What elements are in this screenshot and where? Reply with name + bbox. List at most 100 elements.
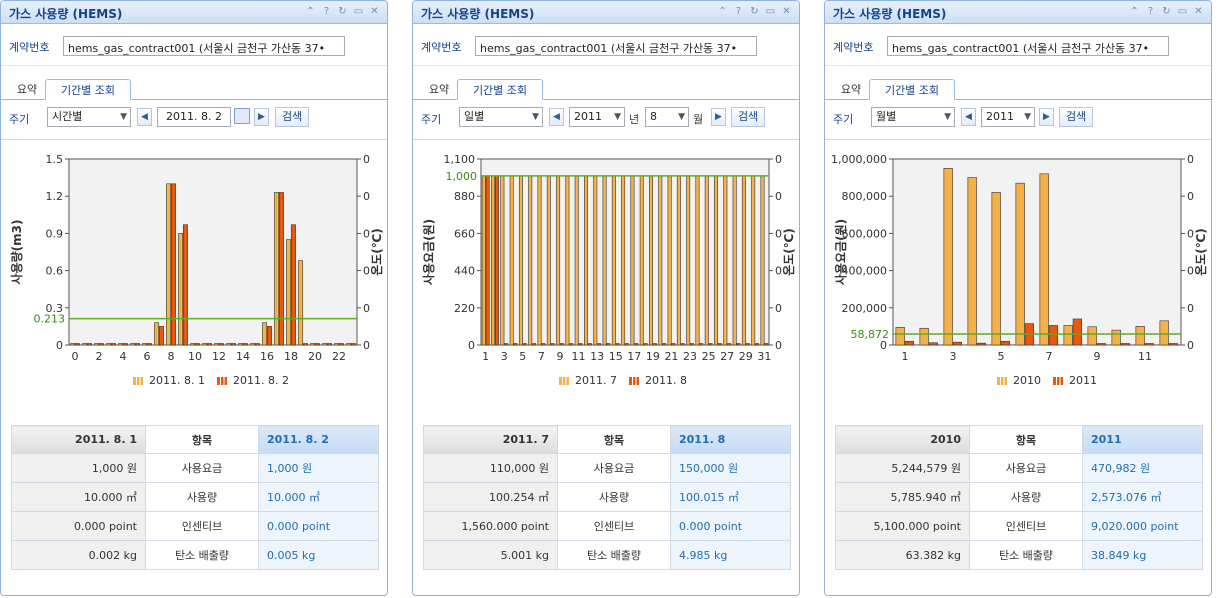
refresh-icon[interactable]: ↻ — [336, 5, 349, 18]
maximize-icon[interactable]: ▭ — [352, 5, 365, 18]
prev-button[interactable]: ◀ — [137, 108, 152, 126]
table-row: 0.002 kg 탄소 배출량 0.005 kg — [11, 540, 379, 570]
bar-series1 — [584, 175, 588, 346]
search-button[interactable]: 검색 — [1059, 107, 1094, 127]
period-select[interactable]: 일별 ▼ — [459, 107, 543, 127]
filter-bar: 주기 월별 ▼ ◀ 2011 ▼ ▶ 검색 — [825, 99, 1211, 140]
chart-legend: 2011. 8. 1 2011. 8. 2 — [133, 374, 289, 387]
bar-series1 — [676, 175, 681, 346]
panel-header: 가스 사용량 (HEMS) ⌃ ? ↻ ▭ ✕ — [1, 1, 387, 24]
x-tick-label: 4 — [120, 350, 127, 363]
search-button[interactable]: 검색 — [731, 107, 766, 127]
y2-tick-label: 0 — [1187, 227, 1194, 240]
table-row: 5,785.940 ㎥ 사용량 2,573.076 ㎥ — [835, 482, 1203, 512]
bar-series1 — [528, 175, 533, 346]
summary-table: 2010 항목 2011 5,244,579 원 사용요금 470,982 원 5,… — [835, 425, 1203, 570]
refresh-icon[interactable]: ↻ — [748, 5, 761, 18]
bar-series1 — [1111, 329, 1121, 346]
tab-summary[interactable]: 요약 — [421, 79, 457, 100]
contract-select[interactable]: hems_gas_contract001 (서울시 금천구 가산동 37• — [887, 36, 1169, 56]
x-tick-label: 22 — [332, 350, 346, 363]
bar-series1 — [760, 175, 765, 346]
y-tick-label: 880 — [454, 190, 475, 203]
collapse-icon[interactable]: ⌃ — [1128, 5, 1141, 18]
bar-series2 — [928, 342, 938, 346]
y-tick-label: 660 — [454, 227, 475, 240]
contract-select[interactable]: hems_gas_contract001 (서울시 금천구 가산동 37• — [63, 36, 345, 56]
date-input[interactable]: 2011. 8. 2 — [157, 107, 231, 127]
bar-series1 — [658, 175, 663, 346]
usage-chart: 0 0220 0440 0660 0880 01,100 0사용요금(원) 온도(℃)1 3 5 7… — [421, 153, 796, 363]
y-tick-label: 200,000 — [842, 302, 888, 315]
month-select[interactable]: 8 ▼ — [645, 107, 689, 127]
header-item: 항목 — [145, 425, 259, 454]
tab-period-query[interactable]: 기간별 조회 — [869, 79, 955, 100]
next-button[interactable]: ▶ — [711, 108, 726, 126]
tab-period-query[interactable]: 기간별 조회 — [457, 79, 543, 100]
panel-title: 가스 사용량 (HEMS) — [9, 7, 123, 21]
bar-series1 — [630, 175, 635, 346]
calendar-icon[interactable] — [234, 108, 250, 124]
year-select[interactable]: 2011 ▼ — [981, 107, 1035, 127]
bar-series1 — [70, 343, 76, 346]
bar-series2 — [194, 343, 200, 346]
y-axis-label: 사용량(m3) — [9, 220, 24, 285]
bar-series1 — [226, 343, 232, 346]
bar-series2 — [569, 343, 574, 346]
maximize-icon[interactable]: ▭ — [764, 5, 777, 18]
bar-series2 — [218, 343, 224, 346]
table-row: 5,244,579 원 사용요금 470,982 원 — [835, 453, 1203, 483]
tab-period-query[interactable]: 기간별 조회 — [45, 79, 131, 100]
bar-series1 — [130, 343, 136, 346]
tab-summary[interactable]: 요약 — [833, 79, 869, 100]
x-tick-label: 0 — [72, 350, 79, 363]
search-button[interactable]: 검색 — [275, 107, 310, 127]
prev-button[interactable]: ◀ — [549, 108, 564, 126]
x-tick-label: 29 — [739, 350, 753, 363]
average-label: 1,000 — [446, 170, 478, 183]
header-prev: 2011. 7 — [423, 425, 558, 454]
legend-bar-icon — [1053, 376, 1063, 385]
cell-current: 9,020.000 point — [1082, 511, 1203, 541]
prev-button[interactable]: ◀ — [961, 108, 976, 126]
close-icon[interactable]: ✕ — [1192, 5, 1205, 18]
x-tick-label: 15 — [609, 350, 623, 363]
bar-series2 — [1168, 343, 1178, 346]
table-header-row: 2010 항목 2011 — [835, 425, 1203, 454]
cell-item: 인센티브 — [969, 511, 1083, 541]
help-icon[interactable]: ? — [320, 5, 333, 18]
help-icon[interactable]: ? — [732, 5, 745, 18]
x-tick-label: 3 — [501, 350, 508, 363]
next-button[interactable]: ▶ — [254, 108, 269, 126]
header-current: 2011 — [1082, 425, 1203, 454]
bar-series1 — [967, 177, 977, 346]
bar-series1 — [262, 322, 268, 346]
cell-prev: 63.382 kg — [835, 540, 970, 570]
bar-series2 — [952, 341, 962, 346]
collapse-icon[interactable]: ⌃ — [716, 5, 729, 18]
close-icon[interactable]: ✕ — [780, 5, 793, 18]
period-select[interactable]: 월별 ▼ — [871, 107, 955, 127]
year-select[interactable]: 2011 ▼ — [569, 107, 625, 127]
y-axis-label: 사용요금(원) — [421, 219, 436, 285]
period-select[interactable]: 시간별 ▼ — [47, 107, 131, 127]
contract-select[interactable]: hems_gas_contract001 (서울시 금천구 가산동 37• — [475, 36, 757, 56]
collapse-icon[interactable]: ⌃ — [304, 5, 317, 18]
plot-area — [68, 158, 358, 346]
cell-current: 470,982 원 — [1082, 453, 1203, 483]
bar-series1 — [593, 175, 598, 346]
tab-summary[interactable]: 요약 — [9, 79, 45, 100]
maximize-icon[interactable]: ▭ — [1176, 5, 1189, 18]
bar-series1 — [714, 175, 719, 346]
help-icon[interactable]: ? — [1144, 5, 1157, 18]
contract-label: 계약번호 — [421, 41, 462, 54]
next-button[interactable]: ▶ — [1039, 108, 1054, 126]
cell-current: 1,000 원 — [258, 453, 379, 483]
bar-series2 — [350, 343, 356, 346]
y-tick-label: 220 — [454, 302, 475, 315]
close-icon[interactable]: ✕ — [368, 5, 381, 18]
header-current: 2011. 8. 2 — [258, 425, 379, 454]
average-label: 58,872 — [851, 328, 890, 341]
refresh-icon[interactable]: ↻ — [1160, 5, 1173, 18]
bar-series2 — [727, 343, 732, 346]
